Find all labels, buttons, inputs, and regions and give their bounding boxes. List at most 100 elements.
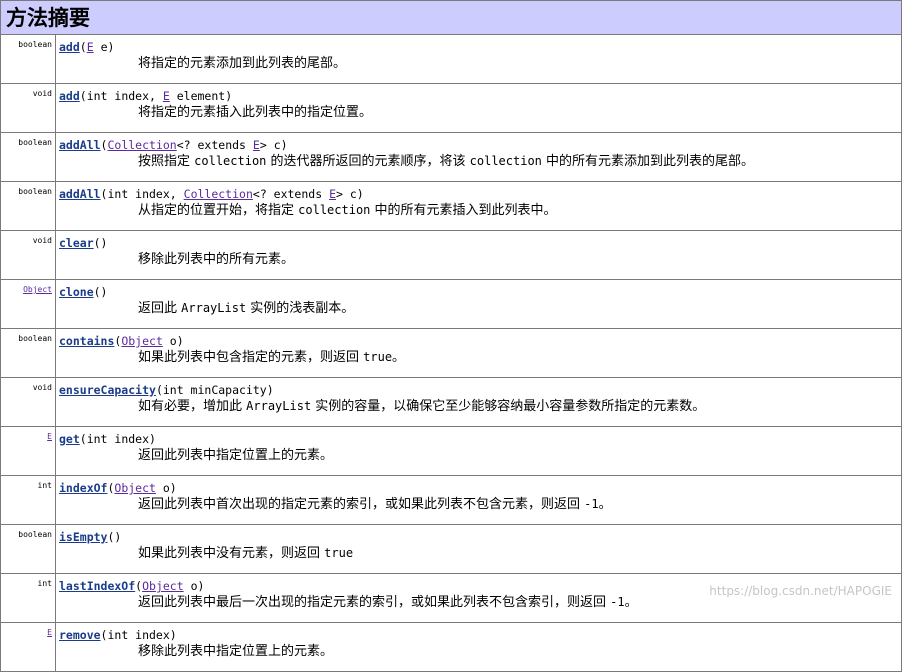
method-row: int lastIndexOf(Object o) 返回此列表中最后一次出现的指定元… bbox=[0, 573, 902, 623]
method-name-link[interactable]: indexOf bbox=[59, 481, 107, 495]
type-link[interactable]: E bbox=[163, 89, 170, 103]
watermark: https://blog.csdn.net/HAPOGIE bbox=[709, 584, 892, 598]
method-name-link[interactable]: contains bbox=[59, 334, 114, 348]
method-row: int indexOf(Object o) 返回此列表中首次出现的指定元素的索引，或… bbox=[0, 475, 902, 525]
method-detail-cell: remove(int index) 移除此列表中指定位置上的元素。 bbox=[55, 622, 902, 672]
return-type-cell: E bbox=[0, 426, 56, 476]
code-text: ArrayList bbox=[181, 301, 247, 315]
code-text: -1 bbox=[610, 595, 625, 609]
method-row: void clear() 移除此列表中的所有元素。 bbox=[0, 230, 902, 280]
description-text: 将指定的元素添加到此列表的尾部。 bbox=[138, 56, 347, 71]
return-type-link[interactable]: E bbox=[47, 432, 52, 441]
param-text: () bbox=[107, 530, 122, 544]
method-detail-cell: clone() 返回此 ArrayList 实例的浅表副本。 bbox=[55, 279, 902, 329]
return-type-cell: boolean bbox=[0, 328, 56, 378]
method-description: 返回此列表中首次出现的指定元素的索引，或如果此列表不包含元素，则返回 -1。 bbox=[59, 496, 897, 513]
code-text: true bbox=[324, 546, 354, 560]
param-text: (int index, bbox=[100, 187, 184, 201]
param-text: (int index) bbox=[100, 628, 177, 642]
method-detail-cell: isEmpty() 如果此列表中没有元素，则返回 true bbox=[55, 524, 902, 574]
description-text: 实例的浅表副本。 bbox=[246, 301, 355, 316]
param-text: > c) bbox=[259, 138, 288, 152]
method-detail-cell: add(int index, E element) 将指定的元素插入此列表中的指定… bbox=[55, 83, 902, 133]
param-text: <? extends bbox=[252, 187, 330, 201]
method-row: void ensureCapacity(int minCapacity) 如有必要，… bbox=[0, 377, 902, 427]
param-text: element) bbox=[169, 89, 233, 103]
description-text: 实例的容量，以确保它至少能够容纳最小容量参数所指定的元素数。 bbox=[311, 399, 706, 414]
type-link[interactable]: E bbox=[253, 138, 260, 152]
method-name-link[interactable]: add bbox=[59, 89, 80, 103]
return-type-cell: int bbox=[0, 573, 56, 623]
param-text: () bbox=[93, 236, 108, 250]
method-detail-cell: contains(Object o) 如果此列表中包含指定的元素，则返回 true… bbox=[55, 328, 902, 378]
method-signature: remove(int index) bbox=[59, 628, 897, 643]
method-description: 从指定的位置开始，将指定 collection 中的所有元素插入到此列表中。 bbox=[59, 202, 897, 219]
description-text: 中的所有元素插入到此列表中。 bbox=[370, 203, 557, 218]
description-text: 的迭代器所返回的元素顺序，将该 bbox=[266, 154, 470, 169]
method-row: boolean add(E e) 将指定的元素添加到此列表的尾部。 bbox=[0, 34, 902, 84]
param-text: (int index, bbox=[79, 89, 163, 103]
return-type-cell: void bbox=[0, 377, 56, 427]
method-signature: ensureCapacity(int minCapacity) bbox=[59, 383, 897, 398]
return-type: boolean bbox=[18, 40, 52, 49]
method-description: 返回此列表中指定位置上的元素。 bbox=[59, 447, 897, 464]
return-type-cell: boolean bbox=[0, 181, 56, 231]
method-description: 如果此列表中没有元素，则返回 true bbox=[59, 545, 897, 562]
description-text: 按照指定 bbox=[138, 154, 195, 169]
method-name-link[interactable]: addAll bbox=[59, 138, 101, 152]
description-text: 如果此列表中没有元素，则返回 bbox=[138, 546, 325, 561]
method-name-link[interactable]: clear bbox=[59, 236, 94, 250]
param-text: <? extends bbox=[176, 138, 253, 152]
method-detail-cell: addAll(Collection<? extends E> c) 按照指定 co… bbox=[55, 132, 902, 182]
method-name-link[interactable]: isEmpty bbox=[59, 530, 107, 544]
method-name-link[interactable]: lastIndexOf bbox=[59, 579, 135, 593]
method-name-link[interactable]: remove bbox=[59, 628, 101, 642]
code-text: true bbox=[363, 350, 393, 364]
return-type-link[interactable]: Object bbox=[23, 285, 52, 294]
type-link[interactable]: Object bbox=[142, 579, 184, 593]
method-description: 移除此列表中指定位置上的元素。 bbox=[59, 643, 897, 660]
code-text: collection bbox=[469, 154, 542, 168]
description-text: 中的所有元素添加到此列表的尾部。 bbox=[541, 154, 755, 169]
method-description: 如果此列表中包含指定的元素，则返回 true。 bbox=[59, 349, 897, 366]
return-type-cell: void bbox=[0, 83, 56, 133]
method-rows: boolean add(E e) 将指定的元素添加到此列表的尾部。 void add(i… bbox=[0, 34, 902, 672]
param-text: > c) bbox=[336, 187, 364, 201]
return-type-cell: boolean bbox=[0, 524, 56, 574]
method-name-link[interactable]: ensureCapacity bbox=[59, 383, 156, 397]
return-type-cell: boolean bbox=[0, 34, 56, 84]
method-description: 移除此列表中的所有元素。 bbox=[59, 251, 897, 268]
return-type-cell: E bbox=[0, 622, 56, 672]
method-detail-cell: clear() 移除此列表中的所有元素。 bbox=[55, 230, 902, 280]
page-title: 方法摘要 bbox=[6, 5, 90, 30]
method-name-link[interactable]: addAll bbox=[59, 187, 101, 201]
param-text: o) bbox=[183, 579, 205, 593]
return-type: boolean bbox=[18, 187, 52, 196]
description-text: 返回此 bbox=[138, 301, 182, 316]
type-link[interactable]: E bbox=[329, 187, 336, 201]
method-signature: add(int index, E element) bbox=[59, 89, 897, 104]
return-type: void bbox=[32, 89, 52, 98]
method-signature: indexOf(Object o) bbox=[59, 481, 897, 496]
type-link[interactable]: Collection bbox=[107, 138, 176, 152]
return-type: boolean bbox=[18, 138, 52, 147]
method-row: boolean isEmpty() 如果此列表中没有元素，则返回 true bbox=[0, 524, 902, 574]
type-link[interactable]: Collection bbox=[184, 187, 253, 201]
method-row: Eget(int index) 返回此列表中指定位置上的元素。 bbox=[0, 426, 902, 476]
method-row: Object clone() 返回此 ArrayList 实例的浅表副本。 bbox=[0, 279, 902, 329]
method-detail-cell: indexOf(Object o) 返回此列表中首次出现的指定元素的索引，或如果此… bbox=[55, 475, 902, 525]
type-link[interactable]: Object bbox=[114, 481, 156, 495]
method-detail-cell: lastIndexOf(Object o) 返回此列表中最后一次出现的指定元素的索… bbox=[55, 573, 902, 623]
code-text: collection bbox=[194, 154, 267, 168]
type-link[interactable]: Object bbox=[121, 334, 163, 348]
method-name-link[interactable]: add bbox=[59, 40, 80, 54]
type-link[interactable]: E bbox=[87, 40, 94, 54]
return-type: void bbox=[32, 236, 52, 245]
param-text: (int index) bbox=[79, 432, 156, 446]
return-type-link[interactable]: E bbox=[47, 628, 52, 637]
method-signature: addAll(int index, Collection<? extends E… bbox=[59, 187, 897, 202]
method-name-link[interactable]: get bbox=[59, 432, 80, 446]
method-signature: addAll(Collection<? extends E> c) bbox=[59, 138, 897, 153]
method-signature: contains(Object o) bbox=[59, 334, 897, 349]
method-name-link[interactable]: clone bbox=[59, 285, 94, 299]
